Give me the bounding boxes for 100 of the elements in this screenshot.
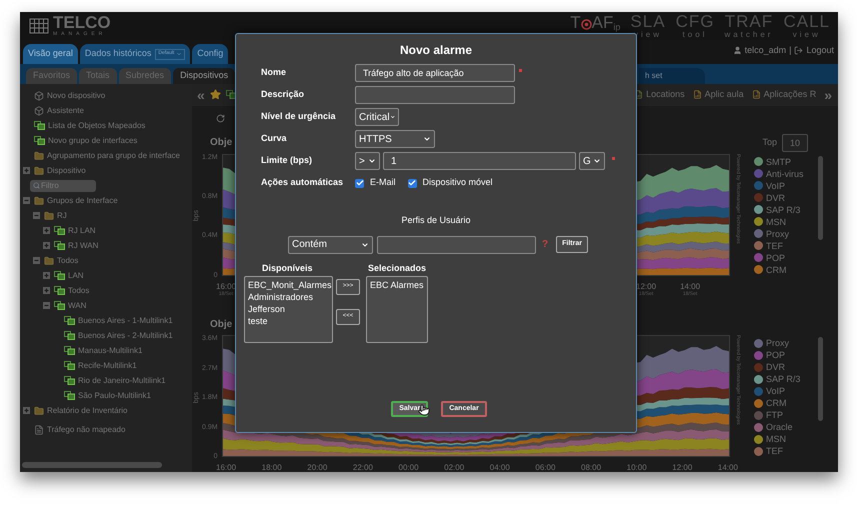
network-group-icon — [34, 136, 45, 145]
tree-item[interactable]: RJ WAN — [68, 240, 98, 251]
product-logo[interactable]: CALL — [783, 14, 830, 30]
tree-item[interactable]: Buenos Aires - 2-Multilink1 — [78, 330, 173, 341]
list-option[interactable]: EBC_Monit_Alarmes — [248, 279, 329, 291]
legend-label[interactable]: FTP — [766, 410, 783, 420]
checkbox[interactable] — [408, 178, 417, 188]
tree-item[interactable]: Dispositivo — [47, 165, 86, 176]
toolbar-link[interactable]: Locations — [646, 88, 685, 102]
list-option[interactable]: teste — [248, 315, 329, 327]
scroll-right-button[interactable]: » — [824, 88, 832, 102]
legend-label[interactable]: MSN — [766, 434, 786, 444]
checkbox-label[interactable]: E-Mail — [370, 176, 396, 190]
tree-item[interactable]: Relatório de Inventário — [47, 405, 128, 416]
tree-item[interactable]: Recife-Multilink1 — [78, 360, 137, 371]
checkbox[interactable] — [355, 178, 364, 188]
legend-label[interactable]: SMTP — [766, 156, 792, 167]
expand-toggle-icon[interactable] — [23, 407, 30, 414]
scrollbar[interactable] — [22, 462, 162, 468]
expand-toggle-icon[interactable] — [43, 242, 50, 249]
legend-label[interactable]: TEF — [766, 240, 783, 251]
legend-label[interactable]: MSN — [766, 216, 786, 227]
list-option[interactable]: Jefferson — [248, 303, 329, 315]
tree-item[interactable]: Tráfego não mapeado — [47, 424, 126, 435]
tree-item[interactable]: Rio de Janeiro-Multilink1 — [78, 375, 166, 386]
expand-toggle-icon[interactable] — [43, 272, 50, 279]
tree-item[interactable]: WAN — [68, 300, 86, 311]
tree-item[interactable]: RJ LAN — [68, 225, 96, 236]
top-count-field[interactable]: 10 — [782, 134, 808, 152]
tree-item[interactable]: LAN — [68, 270, 84, 281]
dropdown[interactable]: HTTPS — [355, 130, 435, 148]
legend-label[interactable]: Proxy — [766, 338, 790, 348]
profile-filter-field[interactable] — [377, 236, 536, 254]
legend-label[interactable]: Proxy — [766, 228, 790, 239]
text-field[interactable]: Tráfego alto de aplicação — [355, 64, 515, 82]
tree-item[interactable]: Novo dispositivo — [47, 90, 106, 101]
product-logo[interactable]: SLA — [630, 14, 666, 30]
report-icon — [634, 90, 644, 100]
list-option[interactable]: EBC Alarmes — [370, 279, 424, 291]
legend-label[interactable]: DVR — [766, 362, 786, 372]
field-label: Limite (bps) — [261, 154, 313, 168]
collapse-toggle-icon[interactable] — [23, 197, 30, 204]
legend-label[interactable]: Oracle — [766, 422, 793, 432]
scrollbar[interactable] — [818, 337, 823, 421]
nav-tab[interactable]: Visão geral — [23, 44, 78, 64]
section-tab[interactable]: h set — [639, 68, 705, 84]
username: telco_adm — [744, 44, 786, 57]
list-option[interactable]: Administradores — [248, 291, 329, 303]
help-mark[interactable]: ? — [542, 237, 548, 252]
text-field[interactable] — [355, 86, 515, 104]
nav-tab[interactable]: Config — [192, 44, 228, 64]
dropdown[interactable]: > — [355, 152, 380, 170]
star-icon[interactable] — [210, 89, 221, 100]
collapse-toggle-icon[interactable] — [33, 212, 40, 219]
legend-label[interactable]: Anti-virus — [766, 168, 804, 179]
expand-toggle-icon[interactable] — [43, 287, 50, 294]
legend-label[interactable]: POP — [766, 350, 786, 360]
tree-item[interactable]: São Paulo-Multilink1 — [78, 390, 151, 401]
scrollbar[interactable] — [818, 156, 823, 240]
collapse-toggle-icon[interactable] — [33, 257, 40, 264]
legend-label[interactable]: CRM — [766, 398, 786, 408]
refresh-icon[interactable] — [216, 114, 225, 124]
network-group-icon — [54, 286, 65, 295]
tree-item[interactable]: Todos — [68, 285, 90, 296]
tree-item[interactable]: Buenos Aires - 1-Multilink1 — [78, 315, 173, 326]
expand-toggle-icon[interactable] — [43, 227, 50, 234]
collapse-toggle-icon[interactable] — [43, 302, 50, 309]
product-logo[interactable]: T — [570, 14, 581, 32]
tree-item[interactable]: Manaus-Multilink1 — [78, 345, 142, 356]
product-logo[interactable]: AF — [592, 14, 614, 32]
section-tab[interactable]: Dispositivos — [173, 68, 236, 84]
legend-label[interactable]: TEF — [766, 446, 783, 456]
toolbar-link[interactable]: Aplicações R — [764, 88, 816, 102]
legend-label[interactable]: CRM — [766, 264, 786, 275]
legend-label[interactable]: SAP R/3 — [766, 204, 800, 215]
tree-item[interactable]: Todos — [57, 255, 78, 266]
tree-item[interactable]: Lista de Objetos Mapeados — [48, 120, 146, 131]
product-logo[interactable]: TRAF — [724, 14, 774, 30]
legend-label[interactable]: SAP R/3 — [766, 374, 800, 384]
separator-text: | — [789, 44, 792, 57]
tree-item[interactable]: Assistente — [47, 105, 84, 116]
legend-label[interactable]: POP — [766, 252, 786, 263]
tree-item[interactable]: Agrupamento para grupo de interface — [47, 150, 180, 161]
threshold-field[interactable]: 1 — [383, 152, 576, 170]
folder-icon — [34, 166, 44, 176]
dropdown[interactable]: Critical — [355, 108, 399, 126]
product-logo[interactable]: CFG — [676, 14, 714, 30]
legend-label[interactable]: VoIP — [766, 180, 786, 191]
tree-item[interactable]: RJ — [57, 210, 67, 221]
dropdown[interactable]: G — [579, 152, 605, 170]
tree-item[interactable]: Grupos de Interface — [47, 195, 118, 206]
collapse-sidebar-button[interactable]: « — [197, 88, 205, 102]
legend-label[interactable]: DVR — [766, 192, 786, 203]
toolbar-link[interactable]: Aplic aula — [704, 88, 744, 102]
checkbox-label[interactable]: Dispositivo móvel — [422, 176, 493, 190]
legend-label[interactable]: VoIP — [766, 386, 786, 396]
tree-item[interactable]: Novo grupo de interfaces — [48, 135, 138, 146]
logout-link[interactable]: Logout — [806, 44, 834, 57]
expand-toggle-icon[interactable] — [23, 167, 30, 174]
dropdown[interactable]: Contém — [288, 236, 373, 254]
